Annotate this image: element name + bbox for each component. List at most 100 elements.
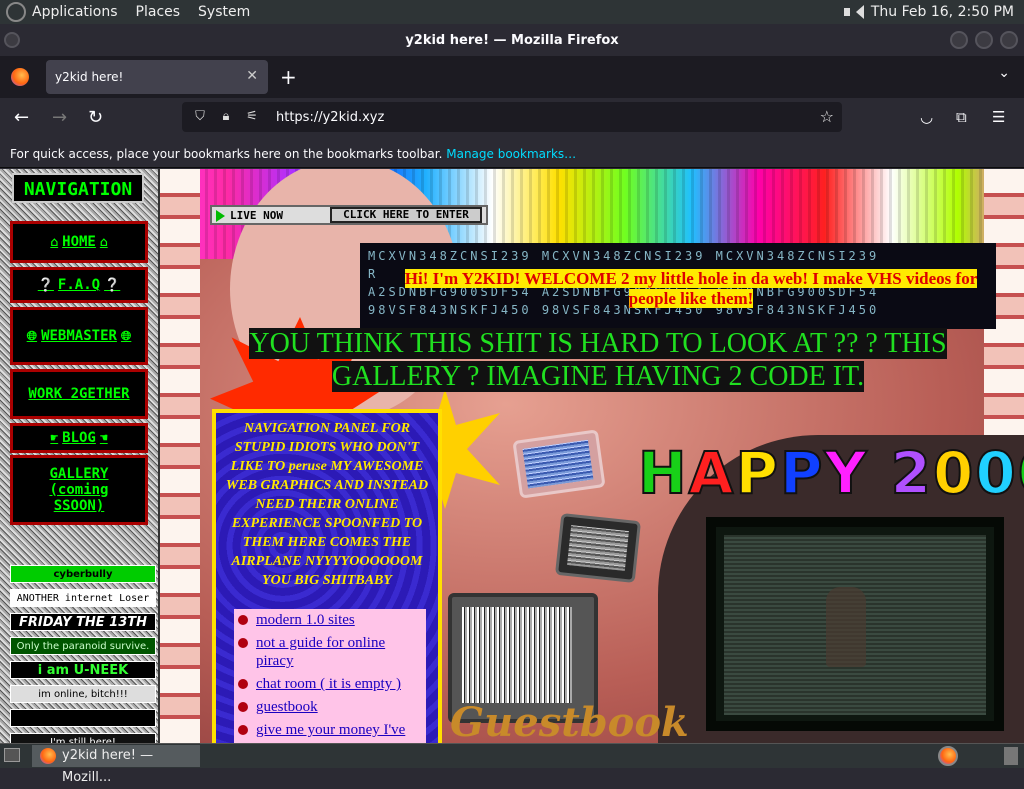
house-icon: ⌂ <box>50 234 59 250</box>
permissions-icon[interactable]: ⚟ <box>244 109 260 125</box>
taskbar-task-label: y2kid here! — Mozill... <box>62 748 154 785</box>
nav-panel-header: NAVIGATION PANEL FOR STUPID IDIOTS WHO D… <box>225 421 429 588</box>
banner-paranoid[interactable]: Only the paranoid survive. <box>10 637 156 655</box>
page-content: NAVIGATION ⌂ HOME ⌂ ❔ F.A.Q ❔ 🌐︎ WEBMASTER 🌐︎ … <box>0 169 1024 743</box>
forward-button[interactable]: → <box>52 107 67 128</box>
nav-webmaster-label[interactable]: WEBMASTER <box>41 328 117 344</box>
nav-panel-link[interactable]: not a guide for online piracy <box>256 634 422 670</box>
nav-blog-label[interactable]: BLOG <box>62 430 96 446</box>
nav-faq[interactable]: ❔ F.A.Q ❔ <box>10 267 148 303</box>
nav-panel: NAVIGATION PANEL FOR STUPID IDIOTS WHO D… <box>212 409 442 743</box>
places-menu[interactable]: Places <box>136 4 181 20</box>
banner-cyberbully[interactable]: cyberbully <box>10 565 156 583</box>
code-line: MCXVN348ZCNSI239 MCXVN348ZCNSI239 MCXVN3… <box>368 249 880 263</box>
happy-letter: P <box>779 438 825 508</box>
tab-title: y2kid here! <box>55 70 124 84</box>
shield-icon[interactable]: ⛉ <box>192 109 208 125</box>
list-item[interactable]: chat room ( it is empty ) <box>238 675 422 693</box>
banner-internet-loser[interactable]: ANOTHER internet Loser :) <box>10 589 156 607</box>
welcome-text: Hi! I'm Y2KID! WELCOME 2 my little hole … <box>404 269 978 308</box>
nav-title: NAVIGATION <box>12 173 144 203</box>
gnome-logo-icon[interactable] <box>6 2 26 22</box>
nav-webmaster[interactable]: 🌐︎ WEBMASTER 🌐︎ <box>10 307 148 365</box>
bookmarks-toolbar: For quick access, place your bookmarks h… <box>0 140 1024 168</box>
headline: YOU THINK THIS SHIT IS HARD TO LOOK AT ?… <box>218 327 978 393</box>
nav-panel-link[interactable]: guestbook <box>256 698 318 716</box>
nav-panel-link[interactable]: chat room ( it is empty ) <box>256 675 401 693</box>
bullet-icon <box>238 679 248 689</box>
live-now-label: LIVE NOW <box>230 209 283 222</box>
url-text[interactable]: https://y2kid.xyz <box>276 110 384 125</box>
banner-u-neek[interactable]: i am U-NEEK <box>10 661 156 679</box>
happy-letter: 2 <box>890 438 934 508</box>
maximize-button[interactable] <box>975 31 993 49</box>
manage-bookmarks-link[interactable]: Manage bookmarks… <box>446 147 576 161</box>
video-figure <box>826 587 866 667</box>
happy-letter: P <box>734 438 780 508</box>
list-item[interactable]: give me your money I've <box>238 721 422 739</box>
banner-friday-13th[interactable]: FRIDAY THE 13TH <box>10 613 156 631</box>
nav-panel-link[interactable]: modern 1.0 sites <box>256 611 355 629</box>
close-tab-icon[interactable]: ✕ <box>246 68 258 84</box>
globe-icon: 🌐︎ <box>26 328 38 344</box>
bookmark-star-icon[interactable]: ☆ <box>820 107 834 126</box>
applications-menu[interactable]: Applications <box>32 4 118 20</box>
bookmarks-message: For quick access, place your bookmarks h… <box>10 147 443 161</box>
tab-y2kid[interactable]: y2kid here! ✕ <box>46 60 268 94</box>
back-button[interactable]: ← <box>14 107 29 128</box>
teeth-left-image <box>160 169 200 743</box>
nav-gallery[interactable]: GALLERY (coming SSOON) <box>10 455 148 525</box>
house-icon: ⌂ <box>99 234 108 250</box>
nav-work-2gether[interactable]: WORK 2GETHER <box>10 369 148 419</box>
globe-icon: 🌐︎ <box>120 328 132 344</box>
extensions-icon[interactable]: ⧉ <box>956 108 967 126</box>
live-now-bar: LIVE NOW CLICK HERE TO ENTER <box>210 205 488 225</box>
system-menu[interactable]: System <box>198 4 250 20</box>
click-to-enter-button[interactable]: CLICK HERE TO ENTER <box>330 207 482 223</box>
window-menu-icon[interactable] <box>4 32 20 48</box>
firefox-view-icon[interactable] <box>11 68 29 86</box>
nav-blog[interactable]: ☛ BLOG ☚ <box>10 423 148 453</box>
workspace-switcher[interactable] <box>1004 747 1018 765</box>
guestbook-graphic[interactable]: Guestbook <box>450 699 689 743</box>
nav-work-2gether-label[interactable]: WORK 2GETHER <box>24 386 134 402</box>
firefox-launcher-icon[interactable] <box>938 746 958 766</box>
happy-letter: 0 <box>974 438 1018 508</box>
nav-faq-label[interactable]: F.A.Q <box>58 277 100 293</box>
list-item[interactable]: not a guide for online piracy <box>238 634 422 670</box>
banner-eye[interactable] <box>10 709 156 727</box>
happy-letter <box>868 439 890 507</box>
happy-letter: 0 <box>1017 438 1024 508</box>
list-all-tabs-icon[interactable]: ⌄ <box>998 65 1010 81</box>
window-title: y2kid here! — Mozilla Firefox <box>405 32 619 48</box>
app-menu-icon[interactable]: ☰ <box>992 108 1005 126</box>
show-desktop-icon[interactable] <box>4 748 20 762</box>
new-tab-button[interactable]: + <box>280 65 297 89</box>
list-item[interactable]: modern 1.0 sites <box>238 611 422 629</box>
happy-letter: Y <box>823 438 869 508</box>
lock-icon[interactable]: 🔒︎ <box>218 109 234 125</box>
nav-gallery-label[interactable]: GALLERY (coming SSOON) <box>34 466 124 514</box>
pointing-hand-icon: ☛ <box>50 430 59 446</box>
video-player[interactable] <box>706 517 1004 731</box>
nav-home-label[interactable]: HOME <box>62 234 96 250</box>
happy-2000-graphic: HAPPY 2000 <box>637 438 1024 508</box>
banner-still-here[interactable]: I'm still here! <box>10 733 156 743</box>
minimize-button[interactable] <box>950 31 968 49</box>
happy-letter: H <box>637 438 689 508</box>
nav-home[interactable]: ⌂ HOME ⌂ <box>10 221 148 263</box>
bullet-icon <box>238 615 248 625</box>
close-window-button[interactable] <box>1000 31 1018 49</box>
url-bar[interactable]: ⛉ 🔒︎ ⚟ https://y2kid.xyz ☆ <box>182 102 842 132</box>
taskbar-firefox-window[interactable]: y2kid here! — Mozill... <box>32 745 200 785</box>
pointing-hand-icon: ☚ <box>99 430 108 446</box>
clock[interactable]: Thu Feb 16, 2:50 PM <box>871 4 1014 20</box>
nav-panel-link[interactable]: give me your money I've <box>256 721 405 739</box>
reload-button[interactable]: ↻ <box>88 107 103 128</box>
banner-im-online[interactable]: im online, bitch!!! <box>10 685 156 703</box>
volume-icon[interactable] <box>843 5 864 19</box>
list-item[interactable]: guestbook <box>238 698 422 716</box>
tab-strip: y2kid here! ✕ + ⌄ <box>0 56 1024 98</box>
headline-text: YOU THINK THIS SHIT IS HARD TO LOOK AT ?… <box>249 328 947 392</box>
pocket-icon[interactable]: ◡ <box>920 108 933 126</box>
